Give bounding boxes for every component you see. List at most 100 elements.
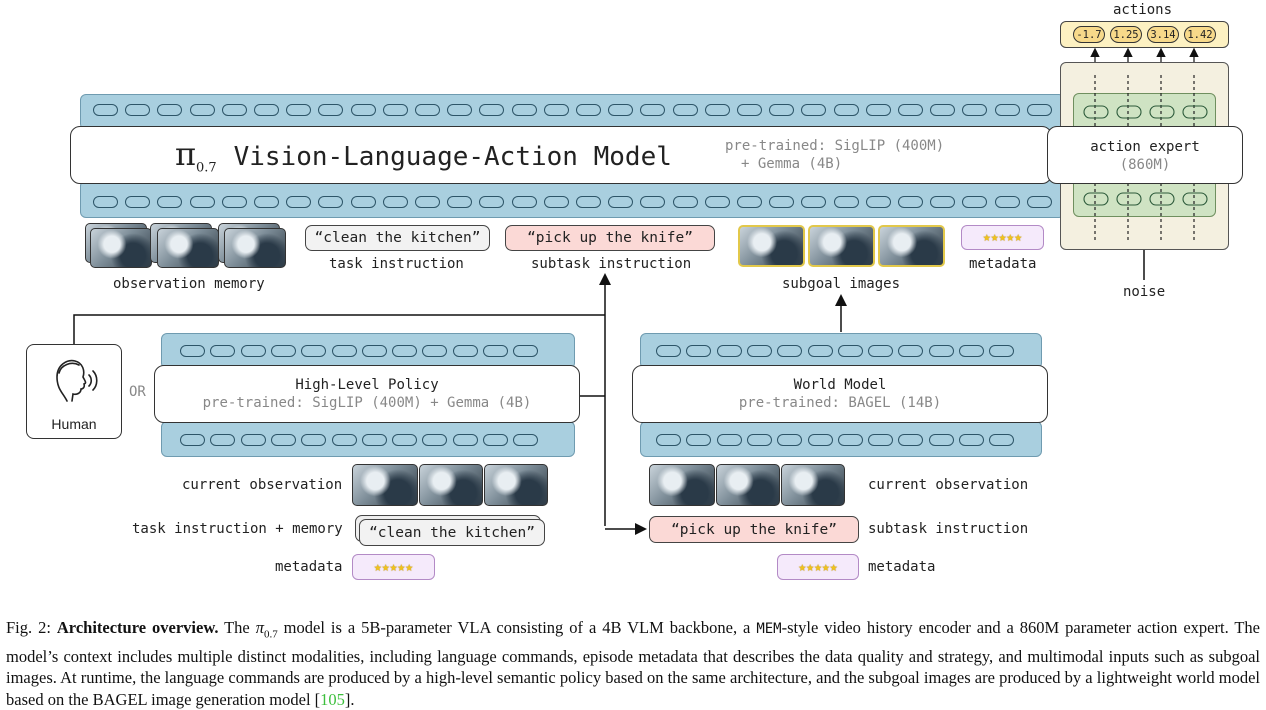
token-oval: [157, 104, 183, 116]
token-oval: [576, 196, 601, 208]
token-oval: [350, 196, 376, 208]
policy-box: High-Level Policy pre-trained: SigLIP (4…: [154, 365, 580, 423]
token-oval: [221, 104, 247, 116]
token-oval: [777, 434, 803, 446]
token-oval: [382, 196, 408, 208]
token-oval: [361, 434, 387, 446]
vla-title-text: Vision-Language-Action Model: [233, 142, 672, 172]
action-value-3: 3.14: [1147, 26, 1179, 43]
policy-metadata-stars: ★★★★★: [352, 554, 435, 580]
policy-pretrained: pre-trained: SigLIP (400M) + Gemma (4B): [202, 395, 532, 411]
token-oval: [318, 196, 344, 208]
token-oval: [270, 345, 296, 357]
token-oval: [1026, 104, 1052, 116]
token-oval: [513, 434, 539, 446]
token-oval: [930, 196, 956, 208]
subgoal-image-1: [738, 225, 805, 267]
action-expert-box: action expert (860M): [1047, 126, 1243, 184]
actions-label: actions: [1113, 2, 1173, 18]
action-value-4: 1.42: [1184, 26, 1216, 43]
token-oval: [286, 196, 312, 208]
token-oval: [865, 196, 891, 208]
token-oval: [350, 104, 376, 116]
token-oval: [656, 345, 681, 357]
star-rating-icon: ★★★★★: [373, 559, 414, 575]
human-label: Human: [51, 416, 97, 432]
human-speaking-icon: [56, 359, 98, 402]
world-model-box: World Model pre-trained: BAGEL (14B): [632, 365, 1048, 423]
token-oval: [240, 345, 266, 357]
caption-fig-label: Fig. 2:: [6, 618, 57, 637]
token-oval: [513, 345, 539, 357]
memory-frame-3: [224, 228, 286, 268]
token-oval: [189, 104, 215, 116]
token-oval: [479, 104, 505, 116]
token-oval: [737, 104, 762, 116]
policy-observation-3: [484, 464, 548, 506]
token-oval: [672, 196, 698, 208]
token-oval: [608, 104, 634, 116]
token-oval: [837, 434, 863, 446]
token-oval: [994, 104, 1020, 116]
caption-part1: The: [218, 618, 256, 637]
token-oval: [447, 196, 473, 208]
token-oval: [125, 196, 151, 208]
token-oval: [989, 345, 1015, 357]
vla-metadata-stars: ★★★★★: [961, 225, 1044, 250]
token-oval: [93, 104, 118, 116]
token-oval: [801, 104, 827, 116]
human-box: Human: [26, 344, 122, 439]
vla-model-box: π0.7 Vision-Language-Action Model pre-tr…: [70, 126, 1052, 184]
noise-label: noise: [1123, 284, 1166, 300]
token-oval: [716, 345, 742, 357]
token-oval: [483, 434, 508, 446]
caption-reference-link[interactable]: 105: [320, 690, 345, 709]
token-oval: [240, 434, 266, 446]
token-oval: [331, 345, 357, 357]
token-oval: [483, 345, 508, 357]
token-oval: [769, 196, 795, 208]
token-oval: [865, 104, 891, 116]
token-oval: [868, 434, 894, 446]
subgoal-image-2: [808, 225, 875, 267]
token-oval: [928, 345, 954, 357]
world-observation-1: [649, 464, 715, 506]
token-oval: [807, 345, 833, 357]
vla-metadata-label: metadata: [969, 256, 1037, 272]
token-oval: [807, 434, 833, 446]
token-oval: [989, 434, 1015, 446]
caption-pi-sub: 0.7: [263, 628, 278, 641]
token-oval: [716, 434, 742, 446]
token-oval: [704, 196, 730, 208]
observation-memory-label: observation memory: [113, 276, 265, 292]
token-oval: [801, 196, 827, 208]
token-oval: [301, 345, 327, 357]
token-oval: [898, 345, 924, 357]
world-metadata-label: metadata: [868, 559, 936, 575]
token-oval: [737, 196, 762, 208]
token-oval: [608, 196, 634, 208]
policy-title: High-Level Policy: [295, 377, 439, 393]
task-instruction-label: task instruction: [329, 256, 464, 272]
token-oval: [576, 104, 601, 116]
token-oval: [422, 345, 448, 357]
token-oval: [331, 434, 357, 446]
token-oval: [511, 196, 537, 208]
world-model-pretrained: pre-trained: BAGEL (14B): [738, 395, 942, 411]
token-oval: [318, 104, 344, 116]
action-value-2: 1.25: [1110, 26, 1142, 43]
token-oval: [254, 104, 279, 116]
policy-task-pill: “clean the kitchen”: [359, 519, 545, 546]
world-observation-2: [716, 464, 780, 506]
memory-frame-2: [157, 228, 219, 268]
token-oval: [210, 434, 236, 446]
subgoal-image-3: [878, 225, 945, 267]
action-value-1: -1.7: [1073, 26, 1105, 43]
token-oval: [746, 345, 772, 357]
token-oval: [746, 434, 772, 446]
token-oval: [928, 434, 954, 446]
token-oval: [452, 345, 478, 357]
world-subtask-label: subtask instruction: [868, 521, 1029, 537]
token-oval: [640, 196, 666, 208]
token-oval: [392, 345, 418, 357]
